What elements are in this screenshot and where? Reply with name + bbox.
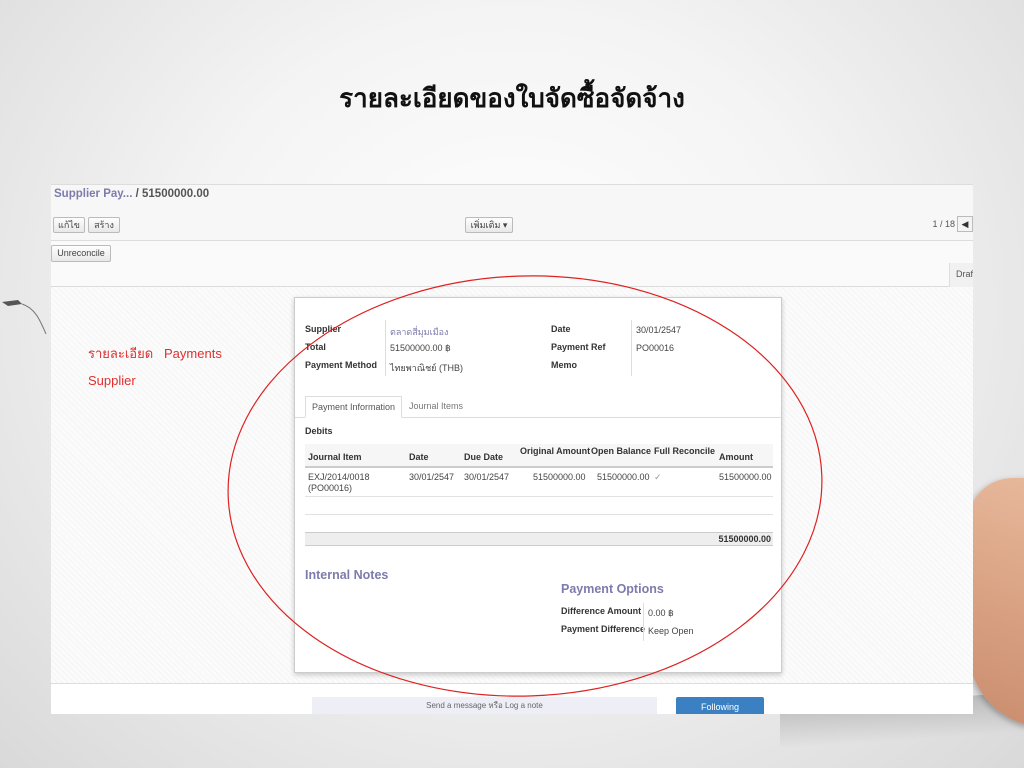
debits-total: 51500000.00 — [718, 534, 771, 544]
status-draft[interactable]: Draf — [949, 263, 973, 287]
top-bar: Supplier Pay... / 51500000.00 แก้ไข สร้า… — [51, 185, 973, 241]
edit-button[interactable]: แก้ไข — [53, 217, 85, 233]
debits-total-row: 51500000.00 — [305, 532, 773, 546]
following-button[interactable]: Following — [676, 697, 764, 714]
tab-payment-information[interactable]: Payment Information — [305, 396, 403, 418]
previous-record-button[interactable]: ◀ — [957, 216, 973, 232]
action-bar: Unreconcile Draf — [51, 241, 973, 287]
date-value: 30/01/2547 — [636, 325, 682, 335]
field-divider — [643, 603, 644, 641]
hand-image — [968, 478, 1024, 728]
create-button[interactable]: สร้าง — [88, 217, 120, 233]
chatter-bar: Send a message หรือ Log a note Following — [51, 683, 973, 714]
difference-amount-value: 0.00 ฿ — [648, 608, 674, 618]
date-label: Date — [551, 324, 571, 334]
cell-amount: 51500000.00 — [719, 472, 772, 482]
annotation-payments: Payments — [164, 346, 222, 361]
notebook-tabs: Payment Information Journal Items — [295, 396, 781, 418]
full-reconcile-checkbox[interactable]: ✓ — [654, 472, 662, 483]
total-value: 51500000.00 ฿ — [390, 343, 451, 353]
breadcrumb: Supplier Pay... / 51500000.00 — [54, 188, 209, 200]
col-journal-item[interactable]: Journal Item — [308, 452, 362, 463]
col-full-reconcile[interactable]: Full Reconcile — [654, 446, 715, 457]
slide-title: รายละเอียดของใบจัดซื้อจัดจ้าง — [339, 84, 685, 114]
row-divider — [305, 514, 773, 515]
cell-original-amount: 51500000.00 — [533, 472, 586, 482]
breadcrumb-current: 51500000.00 — [142, 188, 210, 200]
or-text: หรือ — [488, 701, 503, 710]
col-date[interactable]: Date — [409, 452, 429, 463]
memo-label: Memo — [551, 360, 578, 370]
payment-method-value[interactable]: ไทยพาณิชย์ (THB) — [390, 361, 463, 375]
form-background: รายละเอียด Payments Supplier Supplier ตล… — [51, 287, 973, 683]
payment-options-title: Payment Options — [561, 582, 664, 596]
debits-table-header: Journal Item Date Due Date Original Amou… — [305, 444, 773, 468]
form-sheet: Supplier ตลาดสี่มุมเมือง Total 51500000.… — [294, 297, 782, 673]
message-composer[interactable]: Send a message หรือ Log a note — [312, 697, 657, 714]
col-amount[interactable]: Amount — [719, 452, 753, 463]
arrow-left-icon: ◀ — [961, 219, 969, 229]
annotation-line1: รายละเอียด Payments — [88, 343, 222, 364]
breadcrumb-separator: / — [135, 188, 139, 200]
tab-journal-items[interactable]: Journal Items — [403, 396, 469, 418]
difference-amount-label: Difference Amount — [561, 606, 642, 616]
supplier-label: Supplier — [305, 324, 342, 334]
payment-ref-value: PO00016 — [636, 343, 675, 353]
row-divider — [305, 496, 773, 497]
cell-date: 30/01/2547 — [409, 472, 455, 482]
field-divider — [631, 320, 632, 376]
col-open-balance[interactable]: Open Balance — [591, 446, 651, 457]
col-due-date[interactable]: Due Date — [464, 452, 503, 463]
col-original-amount[interactable]: Original Amount — [520, 446, 590, 457]
breadcrumb-parent-link[interactable]: Supplier Pay... — [54, 188, 132, 200]
supplier-value[interactable]: ตลาดสี่มุมเมือง — [390, 325, 448, 339]
cell-journal-item-ref: (PO00016) — [308, 483, 353, 493]
payment-difference-value[interactable]: Keep Open — [648, 626, 694, 636]
unreconcile-button[interactable]: Unreconcile — [51, 245, 111, 262]
cell-journal-item: EXJ/2014/0018 — [308, 472, 370, 482]
total-label: Total — [305, 342, 326, 352]
pager-counter: 1 / 18 — [932, 219, 955, 229]
send-message-link[interactable]: Send a message — [426, 701, 486, 710]
payment-ref-label: Payment Ref — [551, 342, 606, 352]
internal-notes-title: Internal Notes — [305, 568, 389, 582]
annotation-thai: รายละเอียด — [88, 346, 154, 361]
cell-open-balance: 51500000.00 — [597, 472, 650, 482]
cell-due-date: 30/01/2547 — [464, 472, 510, 482]
more-dropdown[interactable]: เพิ่มเติม ▾ — [465, 217, 513, 233]
payment-difference-label: Payment Difference — [561, 624, 646, 634]
annotation-line2: Supplier — [88, 373, 136, 388]
debits-title: Debits — [305, 426, 333, 436]
field-divider — [385, 320, 386, 376]
payment-method-label: Payment Method — [305, 360, 378, 370]
screenshot-panel: Supplier Pay... / 51500000.00 แก้ไข สร้า… — [51, 184, 973, 714]
log-note-link[interactable]: Log a note — [505, 701, 543, 710]
